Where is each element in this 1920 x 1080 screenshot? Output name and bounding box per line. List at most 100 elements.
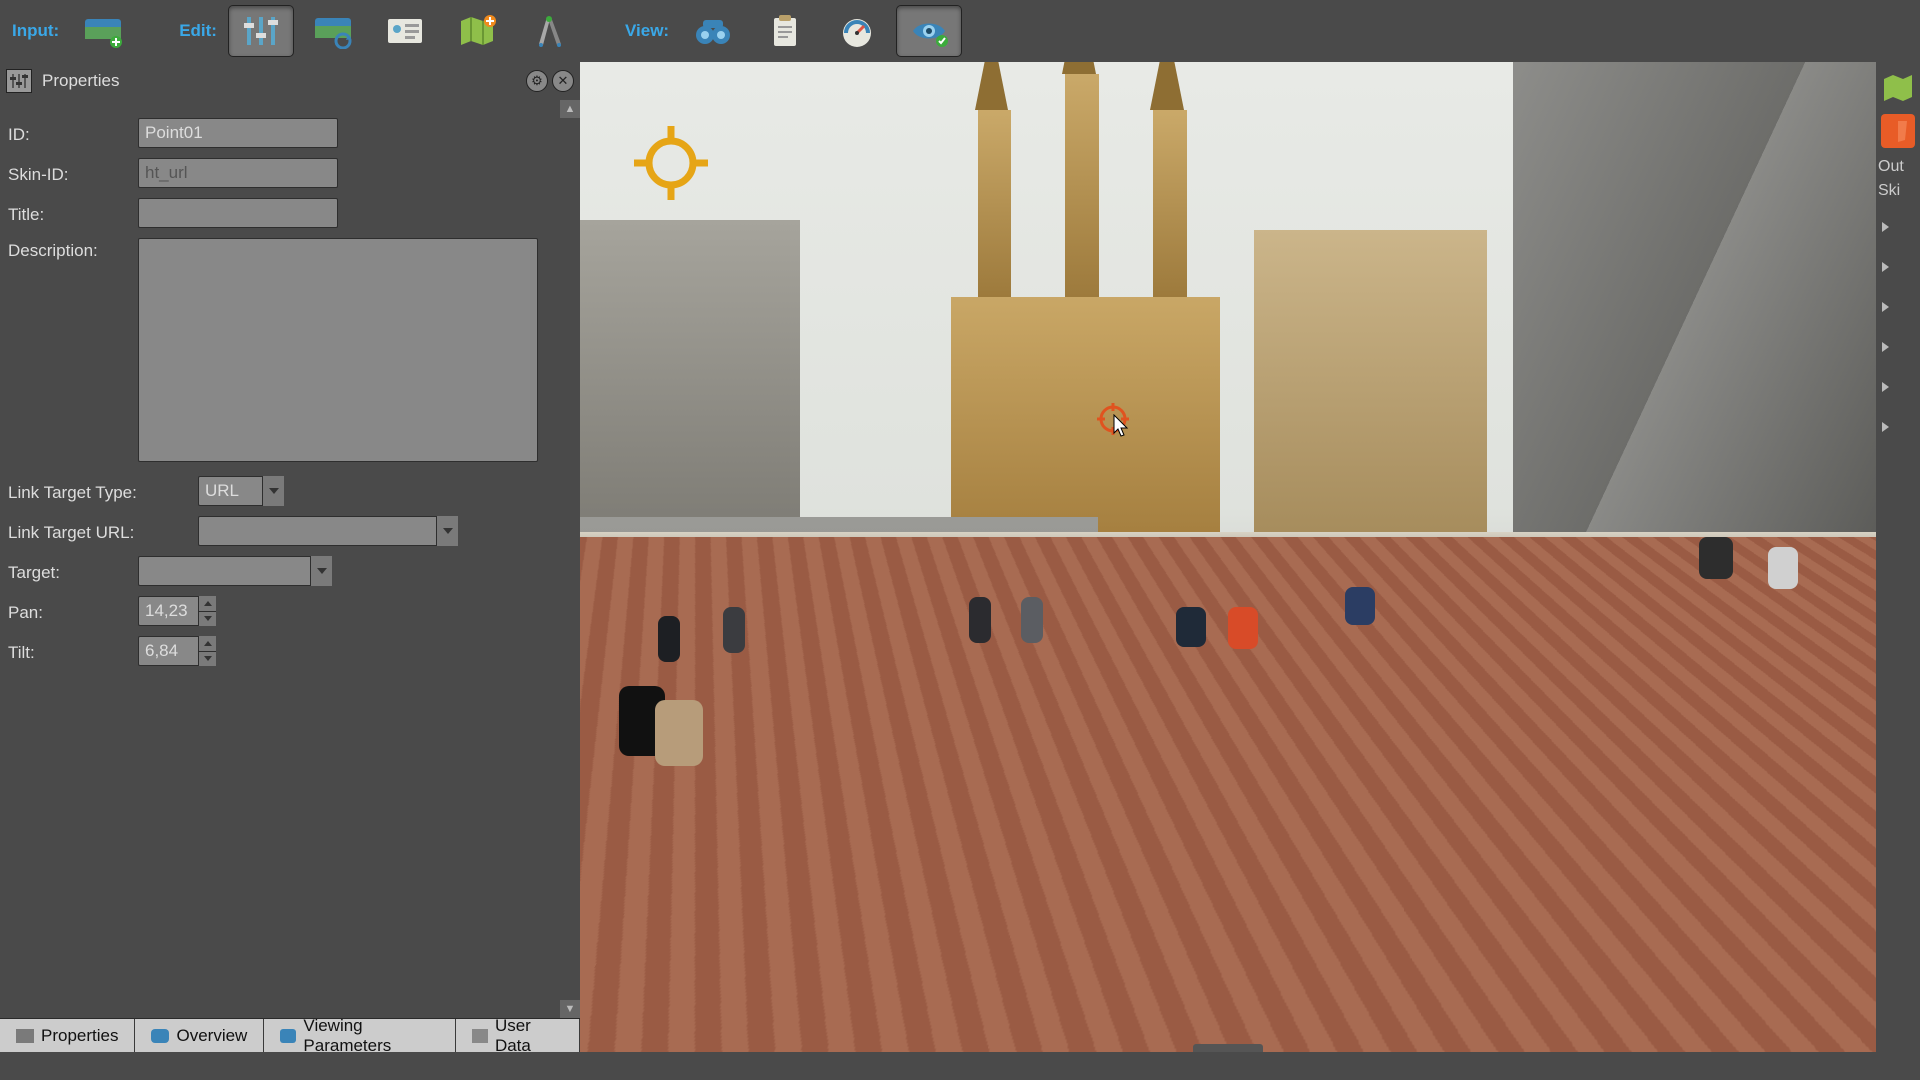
person — [723, 607, 745, 653]
tab-properties-label: Properties — [41, 1026, 118, 1046]
building-left — [580, 220, 800, 537]
toolbar-group-edit-label: Edit: — [179, 21, 217, 41]
cursor-icon — [1113, 414, 1131, 438]
right-expander-5[interactable] — [1876, 374, 1920, 400]
panel-close-button[interactable]: ✕ — [552, 70, 574, 92]
angular-building — [1513, 62, 1876, 537]
view-eye-button[interactable] — [896, 5, 962, 57]
ltu-dropdown[interactable] — [198, 516, 458, 546]
scroll-up-button[interactable]: ▲ — [560, 100, 580, 118]
ltu-input[interactable] — [198, 516, 458, 546]
chevron-right-icon — [1882, 222, 1889, 232]
panel-header: Properties ⚙ ✕ — [0, 62, 580, 100]
properties-panel: Properties ⚙ ✕ ▲ ▼ ID: Skin-ID: Title: — [0, 62, 580, 1052]
skinid-input[interactable] — [138, 158, 338, 188]
stone-building — [1254, 230, 1487, 537]
description-textarea[interactable] — [138, 238, 538, 462]
ltu-label: Link Target URL: — [8, 520, 198, 543]
person — [969, 597, 991, 643]
pan-step-down[interactable] — [198, 612, 216, 627]
edit-tour-button[interactable] — [516, 5, 582, 57]
person — [1228, 607, 1258, 649]
toolbar-group-view-label: View: — [625, 21, 669, 41]
chevron-down-icon — [262, 476, 284, 506]
userdata-icon — [472, 1029, 488, 1043]
tilt-spinner[interactable] — [138, 636, 216, 666]
right-expander-6[interactable] — [1876, 414, 1920, 440]
tab-properties[interactable]: Properties — [0, 1019, 135, 1052]
person — [1345, 587, 1375, 625]
chevron-right-icon — [1882, 382, 1889, 392]
tilt-label: Tilt: — [8, 640, 138, 663]
right-map-icon[interactable] — [1881, 72, 1915, 106]
top-toolbar: Input: Edit: View: — [0, 0, 1920, 62]
tab-viewing[interactable]: Viewing Parameters — [264, 1019, 456, 1052]
right-expander-2[interactable] — [1876, 254, 1920, 280]
tilt-step-down[interactable] — [198, 652, 216, 667]
tab-overview[interactable]: Overview — [135, 1019, 264, 1052]
right-expander-3[interactable] — [1876, 294, 1920, 320]
panel-body: ▲ ▼ ID: Skin-ID: Title: Description: Lin… — [0, 100, 580, 1018]
view-binoculars-button[interactable] — [680, 5, 746, 57]
sliders-icon — [241, 13, 281, 49]
right-label-skin: Ski — [1878, 182, 1920, 200]
pan-label: Pan: — [8, 600, 138, 623]
panel-settings-button[interactable]: ⚙ — [526, 70, 548, 92]
tab-viewing-label: Viewing Parameters — [303, 1016, 439, 1056]
panel-icon — [6, 69, 32, 93]
viewing-icon — [280, 1029, 296, 1043]
chevron-right-icon — [1882, 342, 1889, 352]
main-area: Properties ⚙ ✕ ▲ ▼ ID: Skin-ID: Title: — [0, 62, 1920, 1052]
id-label: ID: — [8, 122, 138, 145]
map-plus-icon — [457, 13, 497, 49]
target-icon — [628, 120, 714, 206]
pan-step-up[interactable] — [198, 596, 216, 612]
pan-spinner[interactable] — [138, 596, 216, 626]
id-input[interactable] — [138, 118, 338, 148]
tab-overview-label: Overview — [176, 1026, 247, 1046]
edit-map-button[interactable] — [444, 5, 510, 57]
splitter-handle[interactable] — [1193, 1044, 1263, 1052]
tilt-step-up[interactable] — [198, 636, 216, 652]
html5-icon — [1881, 114, 1915, 148]
person — [1176, 607, 1206, 647]
cathedral — [917, 92, 1254, 538]
sliders-small-icon — [10, 73, 28, 89]
sliders-icon — [16, 1029, 34, 1043]
sitting-group — [619, 676, 739, 776]
compass-tool-icon — [529, 13, 569, 49]
edit-sliders-button[interactable] — [228, 5, 294, 57]
right-label-output: Out — [1878, 158, 1920, 176]
title-label: Title: — [8, 202, 138, 225]
add-panorama-button[interactable] — [70, 5, 136, 57]
tab-userdata-label: User Data — [495, 1016, 563, 1056]
person — [658, 616, 680, 662]
edit-panorama-button[interactable] — [300, 5, 366, 57]
target-dropdown[interactable] — [138, 556, 332, 586]
view-clipboard-button[interactable] — [752, 5, 818, 57]
scroll-down-button[interactable]: ▼ — [560, 1000, 580, 1018]
ltt-dropdown[interactable] — [198, 476, 284, 506]
north-target-overlay[interactable] — [628, 120, 714, 206]
panorama-viewport[interactable] — [580, 62, 1876, 1052]
clipboard-icon — [765, 13, 805, 49]
skinid-label: Skin-ID: — [8, 162, 138, 185]
close-icon: ✕ — [558, 73, 569, 89]
right-expander-1[interactable] — [1876, 214, 1920, 240]
tab-userdata[interactable]: User Data — [456, 1019, 580, 1052]
title-input[interactable] — [138, 198, 338, 228]
chevron-right-icon — [1882, 302, 1889, 312]
binoculars-icon — [693, 13, 733, 49]
chevron-right-icon — [1882, 422, 1889, 432]
right-html5-icon[interactable] — [1881, 114, 1915, 148]
right-expander-4[interactable] — [1876, 334, 1920, 360]
right-strip: Out Ski — [1876, 62, 1920, 1052]
panel-scrollbar[interactable]: ▲ ▼ — [560, 100, 580, 1018]
person — [1021, 597, 1043, 643]
view-timer-button[interactable] — [824, 5, 890, 57]
panel-tabs: Properties Overview Viewing Parameters U… — [0, 1018, 580, 1052]
description-label: Description: — [8, 238, 138, 261]
target-input[interactable] — [138, 556, 332, 586]
chevron-down-icon — [436, 516, 458, 546]
edit-list-button[interactable] — [372, 5, 438, 57]
